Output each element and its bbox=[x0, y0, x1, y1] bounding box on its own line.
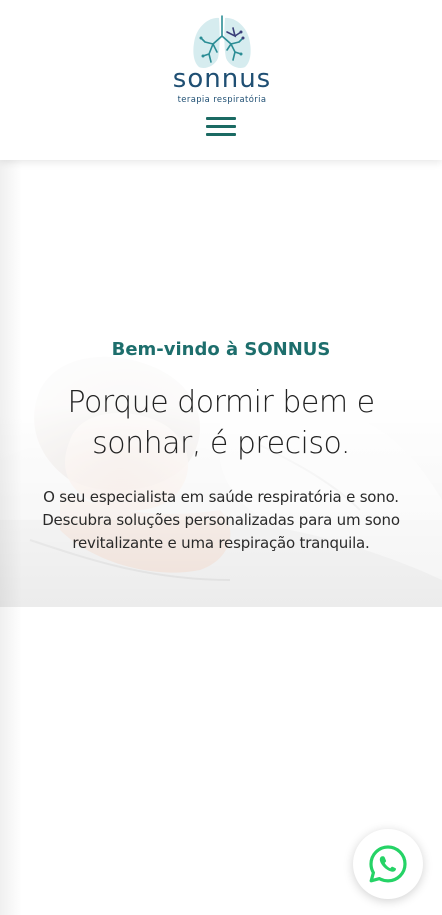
hero-welcome: Bem-vindo à SONNUS bbox=[111, 339, 331, 360]
hamburger-menu-icon[interactable] bbox=[206, 116, 236, 138]
hero-headline: Porque dormir bem e sonhar, é preciso. bbox=[67, 385, 375, 461]
page: sonnus terapia respiratória Bem-vindo à … bbox=[0, 0, 442, 915]
brand-name: sonnus bbox=[172, 64, 272, 94]
hero-description: O seu especialista em saúde respiratória… bbox=[42, 488, 400, 552]
menu-bar bbox=[206, 117, 236, 120]
brand-tagline: terapia respiratória bbox=[177, 94, 267, 104]
hero-section: Bem-vindo à SONNUS Porque dormir bem e s… bbox=[0, 160, 442, 607]
sonnus-logo[interactable]: sonnus terapia respiratória bbox=[170, 14, 274, 106]
whatsapp-button[interactable] bbox=[353, 829, 423, 899]
site-header: sonnus terapia respiratória bbox=[0, 0, 442, 160]
menu-bar bbox=[206, 125, 236, 128]
menu-bar bbox=[206, 133, 236, 136]
hero-content: Bem-vindo à SONNUS Porque dormir bem e s… bbox=[0, 336, 442, 555]
whatsapp-icon bbox=[369, 845, 407, 883]
